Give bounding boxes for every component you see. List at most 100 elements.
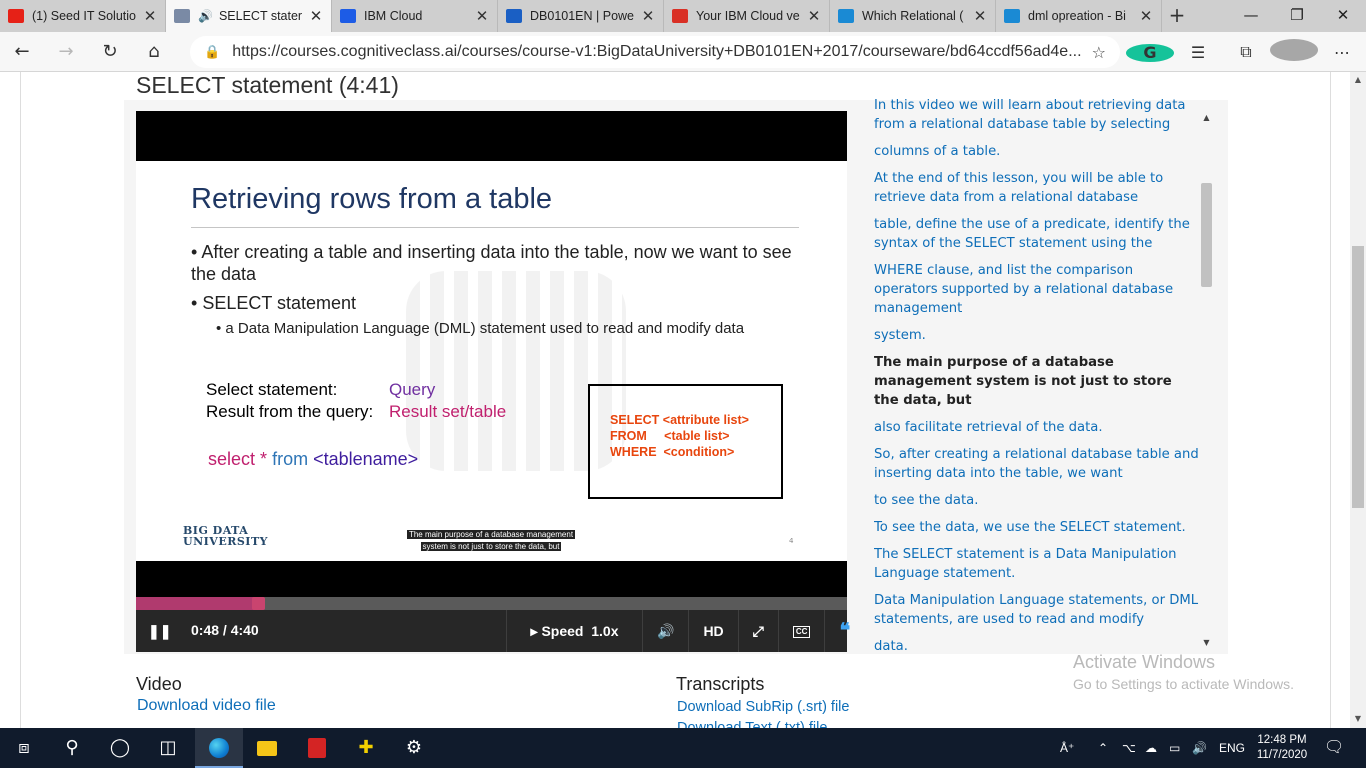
speaker-icon[interactable]: 🔊 (1192, 728, 1207, 768)
transcript-line[interactable]: columns of a table. (874, 142, 1200, 161)
page-scrollbar[interactable]: ▲ ▼ (1350, 72, 1366, 728)
speed-button[interactable]: ▸ Speed 1.0x (506, 610, 642, 652)
more-menu-icon[interactable]: ⋯ (1318, 43, 1366, 62)
taskbar: ⧈ ⚲ ◯ ◫ ✚ ⚙ Å⁺ ⌃ ⌥ ☁ ▭ 🔊 ENG 12:48 PM 11… (0, 728, 1366, 768)
browser-tab[interactable]: DB0101EN | Powe ✕ (498, 0, 664, 32)
pause-icon[interactable]: ❚❚ (148, 623, 171, 640)
back-icon[interactable]: ← (0, 41, 44, 62)
tab-close-icon[interactable]: ✕ (309, 7, 323, 25)
home-icon[interactable]: ⌂ (132, 41, 176, 62)
grammarly-icon[interactable]: G (1126, 43, 1174, 62)
edge-taskbar-icon[interactable] (195, 728, 243, 768)
battery-icon[interactable]: ▭ (1169, 728, 1180, 768)
collections-icon[interactable]: ⧉ (1222, 42, 1270, 62)
browser-tab[interactable]: IBM Cloud ✕ (332, 0, 498, 32)
tab-title: SELECT stater (218, 9, 303, 23)
acrobat-icon[interactable] (293, 728, 341, 768)
page-scroll-down-icon[interactable]: ▼ (1350, 714, 1366, 723)
bing-icon (1004, 9, 1020, 23)
tab-close-icon[interactable]: ✕ (475, 7, 489, 25)
browser-tab[interactable]: (1) Seed IT Solutio ✕ (0, 0, 166, 32)
browser-tab[interactable]: 🔊 SELECT stater ✕ (166, 0, 332, 32)
transcript-scroll-thumb[interactable] (1201, 183, 1212, 287)
file-explorer-icon[interactable] (243, 728, 291, 768)
download-txt-link[interactable]: Download Text (.txt) file (677, 720, 827, 728)
slide[interactable]: Retrieving rows from a table • After cre… (136, 161, 847, 561)
search-icon[interactable]: ⚲ (48, 728, 96, 768)
restore-icon[interactable]: ❐ (1274, 0, 1320, 32)
tab-close-icon[interactable]: ✕ (143, 7, 157, 25)
scroll-up-icon[interactable]: ▲ (1199, 113, 1214, 122)
lock-icon[interactable]: 🔒 (204, 45, 220, 60)
scroll-down-icon[interactable]: ▼ (1199, 638, 1214, 647)
video-control-group: ▸ Speed 1.0x 🔊 HD ⤢ CC ❝ (506, 610, 864, 652)
notifications-icon[interactable]: 🗨 (1324, 728, 1344, 768)
transcript-line[interactable]: The main purpose of a database managemen… (874, 353, 1200, 410)
close-window-icon[interactable]: ✕ (1320, 0, 1366, 32)
transcript-line[interactable]: WHERE clause, and list the comparison op… (874, 261, 1200, 318)
windows-start-icon[interactable]: ⧈ (0, 728, 48, 768)
cc-button[interactable]: CC (777, 610, 825, 652)
tab-close-icon[interactable]: ✕ (641, 7, 655, 25)
tray-expand-icon[interactable]: ⌃ (1098, 728, 1108, 768)
transcript-line[interactable]: to see the data. (874, 491, 1200, 510)
activate-windows-watermark: Activate Windows Go to Settings to activ… (1073, 652, 1294, 692)
volume-icon[interactable]: 🔊 (642, 610, 688, 652)
transcript-line[interactable]: Data Manipulation Language statements, o… (874, 591, 1200, 629)
video-progress-bar[interactable] (136, 597, 847, 610)
address-bar[interactable]: 🔒 https://courses.cognitiveclass.ai/cour… (190, 36, 1120, 68)
tab-close-icon[interactable]: ✕ (973, 7, 987, 25)
transcripts-heading: Transcripts (676, 674, 765, 694)
new-tab-button[interactable]: + (1162, 0, 1192, 32)
transcript-line[interactable]: In this video we will learn about retrie… (874, 96, 1200, 134)
download-srt-link[interactable]: Download SubRip (.srt) file (677, 699, 849, 715)
tab-close-icon[interactable]: ✕ (1139, 7, 1153, 25)
browser-tab[interactable]: dml opreation - Bi ✕ (996, 0, 1162, 32)
browser-tab[interactable]: Your IBM Cloud ve ✕ (664, 0, 830, 32)
download-video-link[interactable]: Download video file (137, 697, 276, 715)
transcript-line[interactable]: At the end of this lesson, you will be a… (874, 169, 1200, 207)
refresh-icon[interactable]: ↻ (88, 41, 132, 62)
cortana-icon[interactable]: ◯ (96, 728, 144, 768)
browser-toolbar: G ☰ ⧉ ⋯ (1126, 32, 1366, 72)
hd-button[interactable]: HD (688, 610, 737, 652)
page-scroll-up-icon[interactable]: ▲ (1350, 75, 1366, 84)
transcript-line[interactable]: data. (874, 637, 1200, 652)
youtube-icon (8, 9, 24, 23)
wifi-icon[interactable]: ⌥ (1122, 728, 1136, 768)
url-text[interactable]: https://courses.cognitiveclass.ai/course… (232, 43, 1082, 61)
favorite-star-icon[interactable]: ☆ (1092, 43, 1106, 62)
transcript-scrollbar[interactable]: ▲ ▼ (1199, 111, 1214, 652)
page-scroll-thumb[interactable] (1352, 246, 1364, 508)
browser-tab[interactable]: Which Relational (✕ (830, 0, 996, 32)
transcript-line[interactable]: To see the data, we use the SELECT state… (874, 518, 1200, 537)
favorites-list-icon[interactable]: ☰ (1174, 43, 1222, 62)
profile-icon[interactable] (1270, 39, 1318, 65)
video-progress-fill (136, 597, 259, 610)
video-player[interactable]: Retrieving rows from a table • After cre… (136, 111, 850, 652)
onedrive-icon[interactable]: ☁ (1145, 728, 1157, 768)
transcript-line[interactable]: The SELECT statement is a Data Manipulat… (874, 545, 1200, 583)
language-indicator[interactable]: ENG (1219, 728, 1245, 768)
slide-bullet-3: • a Data Manipulation Language (DML) sta… (216, 320, 745, 337)
video-time: 0:48 / 4:40 (191, 622, 259, 638)
transcript-line[interactable]: system. (874, 326, 1200, 345)
minimize-icon[interactable]: — (1228, 0, 1274, 32)
transcript-panel[interactable]: In this video we will learn about retrie… (874, 96, 1200, 652)
app-taskbar-icon[interactable]: ✚ (342, 728, 390, 768)
tab-title: (1) Seed IT Solutio (32, 9, 136, 23)
transcript-line[interactable]: So, after creating a relational database… (874, 445, 1200, 483)
video-progress-handle[interactable] (252, 597, 266, 610)
slide-labels: Select statement: Result from the query: (206, 380, 374, 421)
transcript-line[interactable]: also facilitate retrieval of the data. (874, 418, 1200, 437)
settings-gear-icon[interactable]: ⚙ (390, 728, 438, 768)
system-clock[interactable]: 12:48 PM 11/7/2020 (1254, 733, 1310, 763)
tab-audio-icon[interactable]: 🔊 (198, 9, 213, 23)
forward-icon[interactable]: → (44, 41, 88, 62)
transcript-toggle-icon[interactable]: ❝ (824, 610, 864, 652)
task-view-icon[interactable]: ◫ (144, 728, 192, 768)
tab-close-icon[interactable]: ✕ (807, 7, 821, 25)
people-icon[interactable]: Å⁺ (1060, 728, 1074, 768)
transcript-line[interactable]: table, define the use of a predicate, id… (874, 215, 1200, 253)
fullscreen-icon[interactable]: ⤢ (737, 610, 778, 652)
